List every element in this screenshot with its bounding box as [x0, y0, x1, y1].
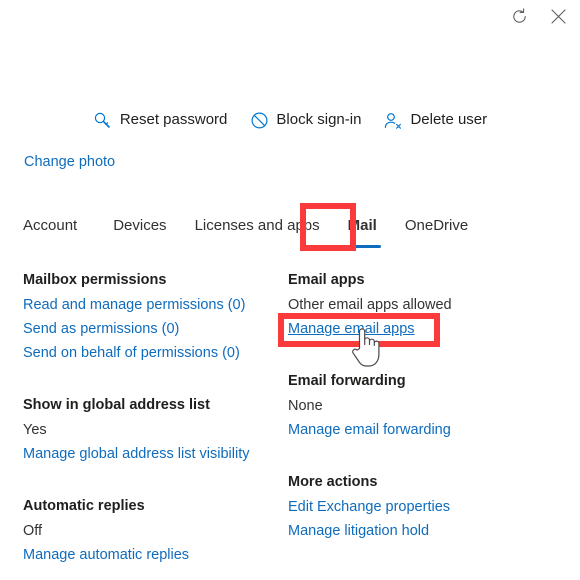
edit-exchange-properties-link[interactable]: Edit Exchange properties [288, 495, 450, 519]
group-more-actions: More actions Edit Exchange properties Ma… [288, 470, 558, 543]
tab-onedrive[interactable]: OneDrive [391, 212, 482, 239]
read-and-manage-permissions-link[interactable]: Read and manage permissions (0) [23, 293, 245, 317]
send-on-behalf-of-permissions-link[interactable]: Send on behalf of permissions (0) [23, 341, 240, 365]
manage-global-address-list-visibility-link[interactable]: Manage global address list visibility [23, 442, 249, 466]
person-delete-icon [383, 110, 403, 130]
group-title: Automatic replies [23, 498, 145, 514]
group-title: Email forwarding [288, 373, 406, 389]
change-photo-link[interactable]: Change photo [24, 152, 115, 172]
group-title: More actions [288, 474, 378, 490]
tab-licenses-and-apps-label: Licenses and apps [194, 217, 320, 234]
manage-automatic-replies-link[interactable]: Manage automatic replies [23, 543, 189, 567]
global-address-list-value: Yes [23, 422, 47, 438]
group-title: Email apps [288, 272, 365, 288]
close-icon[interactable] [541, 0, 575, 32]
tab-account[interactable]: Account [23, 212, 99, 239]
mail-right-column: Email apps Other email apps allowed Mana… [288, 268, 558, 543]
delete-user-button[interactable]: Delete user [383, 110, 487, 130]
refresh-icon[interactable] [502, 0, 536, 32]
group-title: Show in global address list [23, 397, 210, 413]
tab-devices[interactable]: Devices [99, 212, 180, 239]
block-signin-button[interactable]: Block sign-in [249, 110, 361, 130]
manage-email-forwarding-link[interactable]: Manage email forwarding [288, 418, 451, 442]
tab-devices-label: Devices [113, 217, 167, 234]
automatic-replies-value: Off [23, 523, 43, 539]
reset-password-button[interactable]: Reset password [93, 110, 228, 130]
delete-user-label: Delete user [410, 111, 488, 128]
group-title: Mailbox permissions [23, 272, 167, 288]
tab-bar: Account Devices Licenses and apps Mail O… [23, 212, 482, 248]
block-signin-label: Block sign-in [276, 111, 362, 128]
manage-litigation-hold-link[interactable]: Manage litigation hold [288, 519, 429, 543]
reset-password-label: Reset password [119, 111, 228, 128]
send-as-permissions-link[interactable]: Send as permissions (0) [23, 317, 179, 341]
email-forwarding-value: None [288, 398, 323, 414]
tab-account-label: Account [23, 217, 78, 234]
group-email-apps: Email apps Other email apps allowed Mana… [288, 268, 558, 341]
key-icon [93, 110, 113, 130]
tab-licenses-and-apps[interactable]: Licenses and apps [181, 212, 334, 239]
group-email-forwarding: Email forwarding None Manage email forwa… [288, 369, 558, 442]
command-bar: Reset password Block sign-in Delete user [0, 104, 580, 136]
tab-mail-label: Mail [347, 217, 377, 234]
tab-selected-underline [343, 245, 381, 248]
block-icon [249, 110, 269, 130]
group-mailbox-permissions: Mailbox permissions Read and manage perm… [23, 268, 283, 365]
group-automatic-replies: Automatic replies Off Manage automatic r… [23, 494, 283, 567]
mail-left-column: Mailbox permissions Read and manage perm… [23, 268, 283, 567]
email-apps-value: Other email apps allowed [288, 297, 452, 313]
group-show-in-global-address-list: Show in global address list Yes Manage g… [23, 393, 283, 466]
panel-topbar [0, 0, 580, 34]
manage-email-apps-link[interactable]: Manage email apps [288, 317, 415, 341]
tab-onedrive-label: OneDrive [404, 217, 469, 234]
tab-mail[interactable]: Mail [334, 212, 391, 248]
